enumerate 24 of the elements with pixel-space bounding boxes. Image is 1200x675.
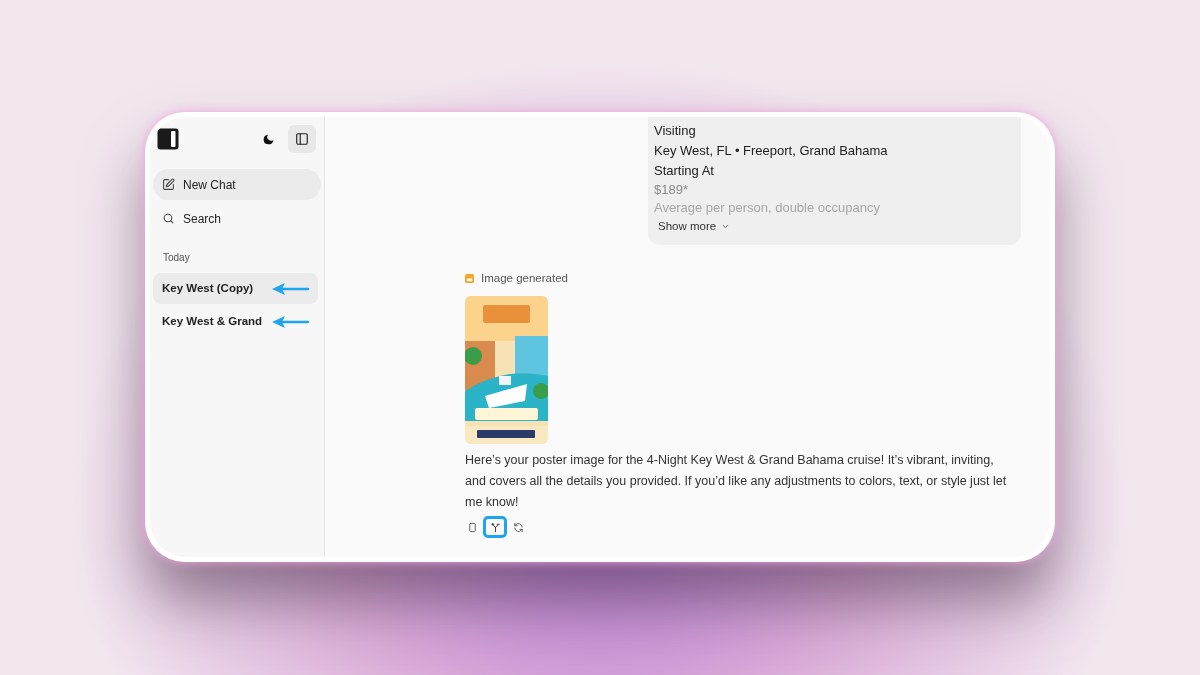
new-chat-button[interactable]: New Chat: [153, 169, 321, 200]
message-line: Starting At: [654, 162, 714, 180]
search-button[interactable]: Search: [153, 203, 321, 234]
sidebar-icon: [295, 132, 309, 146]
edit-icon: [162, 178, 175, 191]
message-line: Visiting: [654, 122, 696, 140]
branch-icon: [489, 521, 501, 533]
chat-item[interactable]: Key West (Copy): [153, 273, 318, 304]
reply-text: Here’s your poster image for the 4-Night Key West & Grand Bahama cruise! It’s vibrant, inviting, and covers all the details you provided. If you’d like any adjustments to colors, text, or style just let me know!: [465, 452, 1008, 512]
search-icon: [162, 212, 175, 225]
show-more-button[interactable]: Show more: [658, 218, 731, 236]
image-icon: [465, 274, 474, 284]
chat-item[interactable]: Key West & Grand: [153, 306, 318, 337]
message-line: $189*: [654, 181, 688, 199]
sidebar-toggle-button[interactable]: [288, 125, 316, 153]
message-line: Average per person, double occupancy: [654, 199, 880, 217]
logo-icon: [157, 128, 179, 150]
refresh-icon: [512, 521, 524, 533]
section-label: Today: [162, 251, 191, 265]
status-text: Image generated: [481, 271, 568, 286]
moon-icon: [261, 132, 275, 146]
clipboard-icon: [466, 521, 478, 533]
branch-button[interactable]: [483, 516, 507, 539]
message-line: Key West, FL • Freeport, Grand Bahama: [654, 142, 888, 160]
